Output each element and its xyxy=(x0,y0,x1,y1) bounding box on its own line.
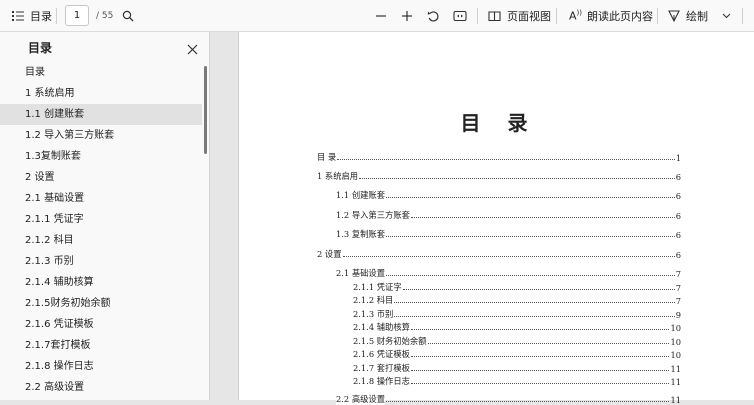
list-icon xyxy=(12,11,24,21)
doc-toc-entry[interactable]: 2.1.2 科目 7 xyxy=(353,294,681,306)
document-page: 目 录 目 录1 1 系统启用 6 1.1 创建账套 6 1.2 导入第三方账套 6 … xyxy=(238,32,754,405)
toc-item[interactable]: 2.1.1 凭证字 xyxy=(0,209,202,230)
draw-button[interactable]: 绘制 xyxy=(668,0,708,32)
doc-toc-entry[interactable]: 1 系统启用 6 xyxy=(317,170,681,182)
rotate-button[interactable] xyxy=(427,0,440,32)
page-view-button[interactable]: 页面视图 xyxy=(488,0,551,32)
toc-item-selected[interactable]: 1.1 创建账套 xyxy=(0,104,202,125)
doc-toc-entry[interactable]: 2.2 高级设置 11 xyxy=(336,393,681,405)
page-number-input[interactable]: 1 xyxy=(65,5,89,26)
total-pages: / 55 xyxy=(96,11,114,21)
toolbar-divider xyxy=(477,8,478,24)
doc-toc-entry[interactable]: 1.3 复制账套 6 xyxy=(336,228,681,240)
document-viewer: 目 录 目 录1 1 系统启用 6 1.1 创建账套 6 1.2 导入第三方账套 6 … xyxy=(210,32,754,405)
toolbar-divider xyxy=(742,8,743,24)
doc-toc-entry[interactable]: 2.1.5 财务初始余额 10 xyxy=(353,335,681,347)
toc-item[interactable]: 1 系统启用 xyxy=(0,83,202,104)
close-icon xyxy=(187,40,198,59)
toc-item[interactable]: 2.1.8 操作日志 xyxy=(0,356,202,377)
zoom-out-button[interactable] xyxy=(375,0,387,32)
toc-item[interactable]: 1.3复制账套 xyxy=(0,146,202,167)
toc-item[interactable]: 2 设置 xyxy=(0,167,202,188)
toc-item[interactable]: 2.1.5财务初始余额 xyxy=(0,293,202,314)
read-aloud-icon: A)) xyxy=(569,9,582,23)
doc-toc-entry[interactable]: 2.1 基础设置 7 xyxy=(336,267,681,279)
zoom-in-button[interactable] xyxy=(401,0,413,32)
toc-item[interactable]: 2.1.3 币别 xyxy=(0,251,202,272)
toc-item[interactable]: 目录 xyxy=(0,62,202,83)
rotate-icon xyxy=(427,10,440,23)
doc-toc-entry[interactable]: 2.1.3 币别 9 xyxy=(353,308,681,320)
search-icon xyxy=(122,10,134,22)
doc-toc-entry[interactable]: 1.2 导入第三方账套 6 xyxy=(336,209,681,221)
doc-toc-entry[interactable]: 2.1.4 辅助核算 10 xyxy=(353,321,681,333)
page-view-label: 页面视图 xyxy=(507,10,551,23)
toc-item[interactable]: 2.1.2 科目 xyxy=(0,230,202,251)
draw-icon xyxy=(668,10,680,22)
toc-toggle-label: 目录 xyxy=(30,10,52,23)
toc-toggle-button[interactable]: 目录 xyxy=(12,0,52,32)
toc-item[interactable]: 2.1.7套打模板 xyxy=(0,335,202,356)
doc-toc-entry[interactable]: 2.1.6 凭证模板 10 xyxy=(353,348,681,360)
toc-item[interactable]: 2.1 基础设置 xyxy=(0,188,202,209)
toolbar-divider xyxy=(657,8,658,24)
toc-item[interactable]: 2.1.4 辅助核算 xyxy=(0,272,202,293)
toc-item[interactable]: 2.2 高级设置 xyxy=(0,377,202,398)
doc-toc-entry[interactable]: 2.1.1 凭证字 7 xyxy=(353,281,681,293)
fit-width-icon xyxy=(453,10,467,22)
plus-icon xyxy=(401,10,413,22)
close-sidebar-button[interactable] xyxy=(187,40,198,59)
toc-item[interactable]: 2.1.6 凭证模板 xyxy=(0,314,202,335)
minus-icon xyxy=(375,10,387,22)
toolbar-divider xyxy=(556,8,557,24)
book-icon xyxy=(488,10,501,22)
doc-toc-entry[interactable]: 2.1.7 套打模板 11 xyxy=(353,362,681,374)
search-button[interactable] xyxy=(122,0,134,32)
sidebar-scrollbar[interactable] xyxy=(204,66,207,154)
toc-item[interactable]: 1.2 导入第三方账套 xyxy=(0,125,202,146)
chevron-down-icon xyxy=(722,13,731,19)
document-title: 目 录 xyxy=(460,111,538,135)
read-aloud-button[interactable]: A)) 朗读此页内容 xyxy=(569,0,653,32)
toolbar: 目录 1 / 55 页面视图 A)) 朗读此页内容 绘制 xyxy=(0,0,754,32)
toolbar-divider xyxy=(56,8,57,24)
sidebar-title: 目录 xyxy=(28,41,53,55)
toc-sidebar: 目录 目录 1 系统启用 1.1 创建账套 1.2 导入第三方账套 1.3复制账… xyxy=(0,32,210,400)
fit-page-button[interactable] xyxy=(453,0,467,32)
doc-toc-entry[interactable]: 1.1 创建账套 6 xyxy=(336,189,681,201)
draw-options-button[interactable] xyxy=(722,0,731,32)
doc-toc-entry[interactable]: 2.1.8 操作日志 11 xyxy=(353,375,681,387)
doc-toc-entry[interactable]: 目 录1 xyxy=(317,151,681,163)
toc-list: 目录 1 系统启用 1.1 创建账套 1.2 导入第三方账套 1.3复制账套 2… xyxy=(0,62,202,398)
doc-toc-entry[interactable]: 2 设置 6 xyxy=(317,248,681,260)
draw-label: 绘制 xyxy=(686,10,708,23)
read-aloud-label: 朗读此页内容 xyxy=(587,10,653,23)
